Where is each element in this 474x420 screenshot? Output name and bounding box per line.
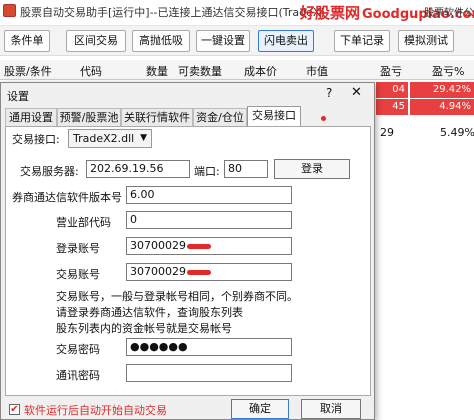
col-code[interactable]: 代码 <box>80 63 102 79</box>
col-stock[interactable]: 股票/条件 <box>4 63 52 79</box>
autostart-label[interactable]: 软件运行后自动开始自动交易 <box>24 402 167 418</box>
col-cost[interactable]: 成本价 <box>244 63 277 79</box>
port-input[interactable]: 80 <box>224 160 268 178</box>
app-icon <box>3 4 16 17</box>
tab-linked-software[interactable]: 关联行情软件 <box>121 108 193 126</box>
autostart-checkbox[interactable]: ✔ <box>9 404 20 415</box>
row3-pnl: 29 <box>380 126 394 139</box>
tab-strip: 通用设置 预警/股票池 关联行情软件 资金/仓位 交易接口 <box>5 106 372 127</box>
note-line-1: 交易账号，一般与登录帐号相同，个别券商不同。 <box>56 290 298 303</box>
toolbar: 条件单 区间交易 高抛低吸 一键设置 闪电卖出 下单记录 模拟测试 <box>0 26 474 56</box>
login-account-value: 30700029 <box>130 239 186 252</box>
simulation-test-button[interactable]: 模拟测试 <box>398 30 454 52</box>
login-account-label: 登录账号 <box>56 242 100 255</box>
trade-account-input[interactable]: 30700029 <box>126 263 292 281</box>
row1-pnl: 04 <box>376 82 408 98</box>
col-qty[interactable]: 数量 <box>146 63 168 79</box>
trade-account-value: 30700029 <box>130 265 186 278</box>
trade-password-label: 交易密码 <box>56 343 100 356</box>
window-title: 股票自动交易助手[运行中]--已连接上通达信交易接口(TradeX) <box>20 6 325 19</box>
dialog-title: 设置 <box>7 90 29 103</box>
login-account-input[interactable]: 30700029 <box>126 237 292 255</box>
title-bar: 股票自动交易助手[运行中]--已连接上通达信交易接口(TradeX) 好股票网 G… <box>0 0 474 26</box>
version-input[interactable]: 6.00 <box>126 186 292 204</box>
tab-funds[interactable]: 资金/仓位 <box>193 108 247 126</box>
one-click-setup-button[interactable]: 一键设置 <box>196 30 250 52</box>
branch-label: 营业部代码 <box>56 216 111 229</box>
watermark-cn: 好股票网 <box>300 4 361 22</box>
help-icon[interactable]: ? <box>326 86 332 100</box>
tab-alerts[interactable]: 预警/股票池 <box>57 108 121 126</box>
title-right-text: 股票软件公式 <box>424 8 474 19</box>
interface-select[interactable]: TradeX2.dll ▼ <box>68 129 152 148</box>
trade-interface-panel: 交易接口: TradeX2.dll ▼ 交易服务器: 202.69.19.56 … <box>5 126 371 396</box>
range-trade-button[interactable]: 区间交易 <box>66 30 126 52</box>
interface-select-value: TradeX2.dll <box>73 132 135 145</box>
row2-pnl: 45 <box>376 99 408 115</box>
col-pnl[interactable]: 盈亏 <box>380 63 402 79</box>
version-label: 券商通达信软件版本号 <box>12 191 122 204</box>
interface-label: 交易接口: <box>12 133 60 146</box>
col-value[interactable]: 市值 <box>306 63 328 79</box>
col-pnl-pct[interactable]: 盈亏% <box>432 63 464 79</box>
table-header: 股票/条件 代码 数量 可卖数量 成本价 市值 盈亏 盈亏% <box>0 60 474 80</box>
port-label: 端口: <box>194 165 220 178</box>
comm-password-label: 通讯密码 <box>56 369 100 382</box>
note-line-2: 请登录券商通达信软件，查询股东列表 <box>56 306 243 319</box>
cancel-button[interactable]: 取消 <box>301 399 361 419</box>
trade-password-input[interactable]: ●●●●●● <box>126 338 292 356</box>
note-line-3: 股东列表内的资金帐号就是交易帐号 <box>56 322 232 335</box>
flash-sell-button[interactable]: 闪电卖出 <box>258 30 314 52</box>
close-icon[interactable]: ✕ <box>351 85 362 100</box>
tab-general[interactable]: 通用设置 <box>5 108 57 126</box>
row1-pnl-pct: 29.42% <box>410 82 474 98</box>
condition-order-button[interactable]: 条件单 <box>4 30 50 52</box>
status-dot <box>321 116 326 121</box>
login-button[interactable]: 登录 <box>274 159 350 179</box>
trade-account-label: 交易账号 <box>56 268 100 281</box>
redaction-mark <box>187 269 211 275</box>
ok-button[interactable]: 确定 <box>231 399 289 419</box>
comm-password-input[interactable] <box>126 364 292 382</box>
col-sellable[interactable]: 可卖数量 <box>178 63 222 79</box>
server-input[interactable]: 202.69.19.56 <box>86 160 190 178</box>
settings-dialog: 设置 ? ✕ 通用设置 预警/股票池 关联行情软件 资金/仓位 交易接口 交易接… <box>0 82 375 420</box>
branch-input[interactable]: 0 <box>126 211 292 229</box>
tab-trade-interface[interactable]: 交易接口 <box>247 106 301 127</box>
redaction-mark <box>187 243 211 249</box>
order-records-button[interactable]: 下单记录 <box>334 30 390 52</box>
server-label: 交易服务器: <box>20 165 79 178</box>
chevron-down-icon: ▼ <box>140 133 147 143</box>
high-low-button[interactable]: 高抛低吸 <box>132 30 190 52</box>
row2-pnl-pct: 4.94% <box>410 99 474 115</box>
row3-pnl-pct: 5.49% <box>440 126 474 139</box>
